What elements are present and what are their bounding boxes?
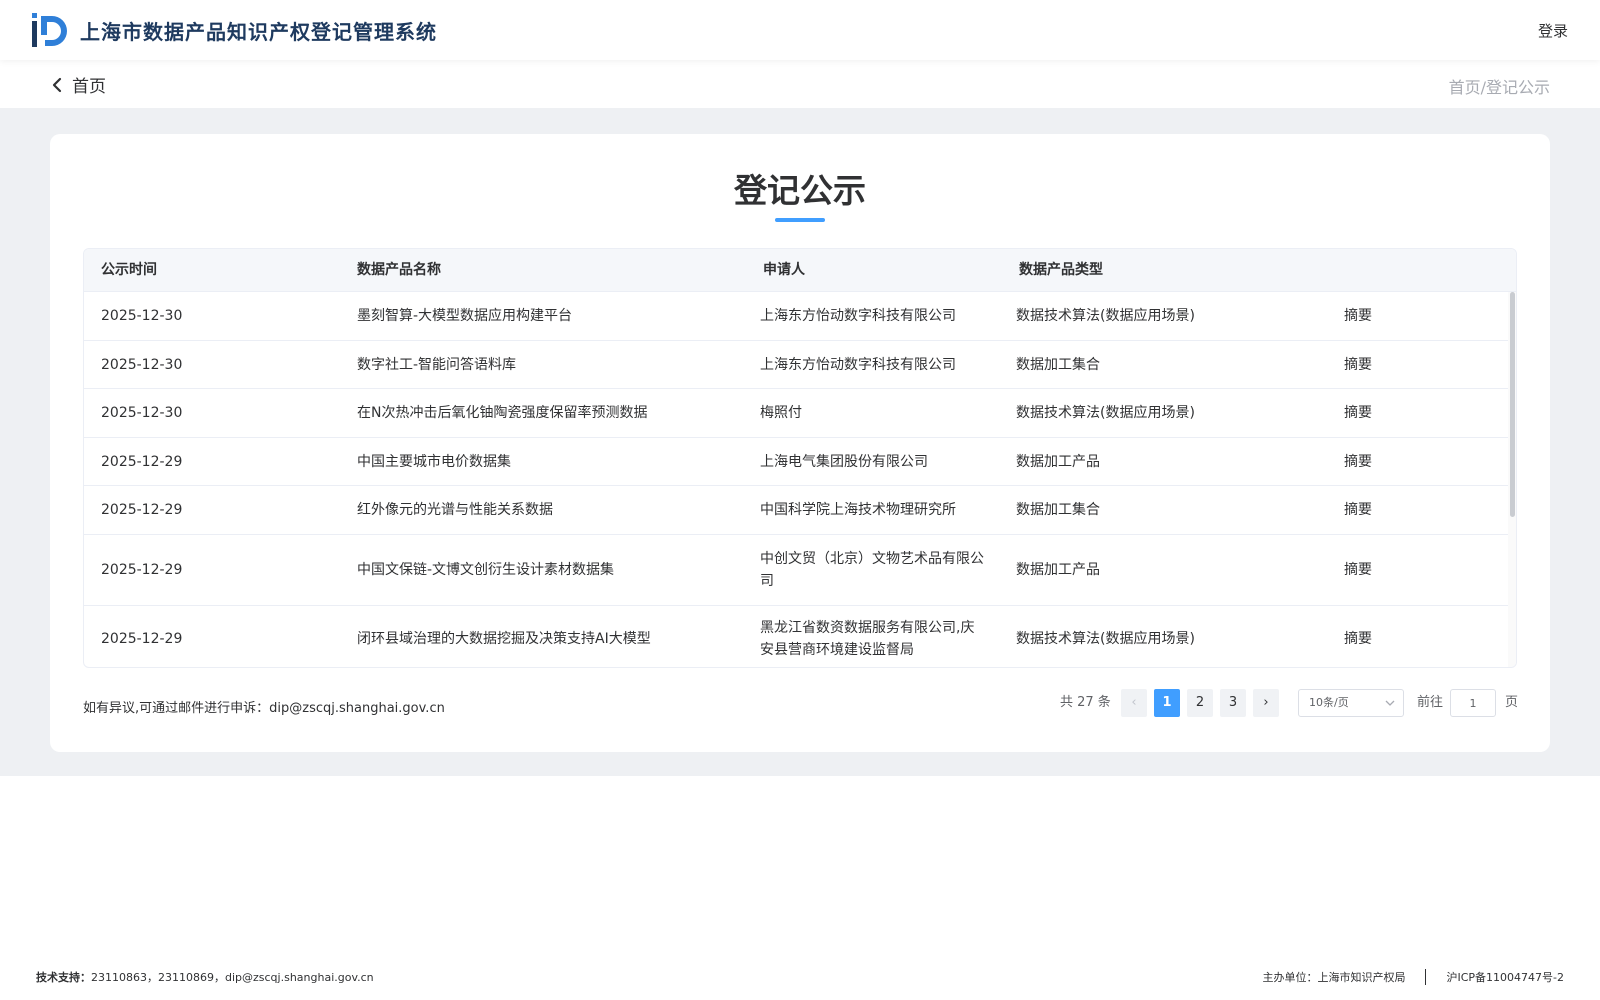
footer-divider [1425, 969, 1427, 985]
cell-product-name: 红外像元的光谱与性能关系数据 [357, 502, 553, 518]
page-size-select[interactable]: 10条/页 [1298, 689, 1404, 717]
cell-product-name: 中国主要城市电价数据集 [357, 453, 511, 470]
cell-product-type: 数据加工产品 [1016, 562, 1100, 578]
tech-support-label: 技术支持： [36, 971, 91, 984]
announcement-card: 登记公示 公示时间 数据产品名称 申请人 数据产品类型 2025-12-30 墨… [50, 134, 1550, 752]
cell-product-type: 数据技术算法(数据应用场景) [1016, 405, 1195, 421]
table-row: 2025-12-29 中国主要城市电价数据集 上海电气集团股份有限公司 数据加工… [84, 438, 1510, 486]
appeal-text: 如有异议,可通过邮件进行申诉： [83, 701, 270, 716]
footer-host-info: 主办单位： 上海市知识产权局 沪ICP备11004747号-2 [1262, 969, 1564, 985]
cell-applicant: 中国科学院上海技术物理研究所 [760, 502, 956, 518]
cell-date: 2025-12-30 [101, 308, 183, 324]
pagination-prev-button[interactable]: ‹ [1121, 689, 1147, 717]
cell-product-name: 闭环县域治理的大数据挖掘及决策支持AI大模型 [357, 631, 651, 647]
announcement-table: 公示时间 数据产品名称 申请人 数据产品类型 2025-12-30 墨刻智算-大… [83, 248, 1517, 668]
site-title: 上海市数据产品知识产权登记管理系统 [80, 20, 437, 44]
pagination-total: 共 27 条 [1060, 695, 1111, 710]
page-title: 登记公示 [734, 171, 866, 210]
summary-link[interactable]: 摘要 [1344, 389, 1434, 437]
summary-link[interactable]: 摘要 [1344, 535, 1434, 605]
back-label: 首页 [72, 77, 106, 97]
breadcrumb: 首页/登记公示 [1448, 78, 1550, 97]
host-label: 主办单位： [1262, 971, 1318, 984]
goto-page-input[interactable] [1450, 689, 1496, 717]
table-row: 2025-12-29 闭环县域治理的大数据挖掘及决策支持AI大模型 黑龙江省数资… [84, 606, 1510, 667]
cell-product-type: 数据技术算法(数据应用场景) [1016, 631, 1195, 647]
table-header: 公示时间 数据产品名称 申请人 数据产品类型 [84, 249, 1516, 292]
table-row: 2025-12-30 数字社工-智能问答语料库 上海东方怡动数字科技有限公司 数… [84, 341, 1510, 389]
table-row: 2025-12-30 在N次热冲击后氧化铀陶瓷强度保留率预测数据 梅照付 数据技… [84, 389, 1510, 438]
pagination-next-button[interactable]: › [1253, 689, 1279, 717]
cell-applicant: 上海东方怡动数字科技有限公司 [760, 308, 956, 324]
column-header-product-type: 数据产品类型 [1019, 262, 1103, 278]
cell-date: 2025-12-30 [101, 405, 183, 421]
cell-product-name: 在N次热冲击后氧化铀陶瓷强度保留率预测数据 [357, 405, 648, 421]
sub-navigation-bar: 首页 首页/登记公示 [0, 60, 1600, 108]
cell-applicant: 上海电气集团股份有限公司 [760, 453, 928, 470]
title-underline [775, 218, 825, 222]
table-body: 2025-12-30 墨刻智算-大模型数据应用构建平台 上海东方怡动数字科技有限… [84, 292, 1516, 667]
cell-product-type: 数据加工集合 [1016, 502, 1100, 518]
column-header-date: 公示时间 [101, 262, 157, 278]
goto-label: 前往 [1417, 695, 1444, 710]
cell-product-name: 墨刻智算-大模型数据应用构建平台 [357, 308, 573, 324]
cell-date: 2025-12-29 [101, 502, 183, 518]
cell-applicant: 中创文贸（北京）文物艺术品有限公司 [760, 551, 984, 589]
cell-product-type: 数据加工产品 [1016, 453, 1100, 470]
table-row: 2025-12-29 中国文保链-文博文创衍生设计素材数据集 中创文贸（北京）文… [84, 535, 1510, 606]
host-name: 上海市知识产权局 [1317, 971, 1406, 984]
summary-link[interactable]: 摘要 [1344, 341, 1434, 388]
icp-number[interactable]: 沪ICP备11004747号-2 [1446, 969, 1564, 985]
pagination-page-2[interactable]: 2 [1187, 689, 1213, 717]
summary-link[interactable]: 摘要 [1344, 486, 1434, 534]
cell-date: 2025-12-30 [101, 356, 183, 373]
appeal-email-link[interactable]: dip@zscqj.shanghai.gov.cn [269, 701, 445, 716]
cell-applicant: 梅照付 [760, 405, 802, 421]
chevron-down-icon [1385, 700, 1395, 706]
column-header-applicant: 申请人 [763, 262, 805, 278]
summary-link[interactable]: 摘要 [1344, 606, 1434, 667]
page-size-value: 10条/页 [1309, 696, 1349, 709]
summary-link[interactable]: 摘要 [1344, 292, 1434, 340]
goto-suffix: 页 [1505, 695, 1519, 710]
summary-link[interactable]: 摘要 [1344, 438, 1434, 485]
back-to-home-button[interactable]: 首页 [50, 72, 106, 97]
cell-date: 2025-12-29 [101, 453, 183, 470]
cell-product-name: 数字社工-智能问答语料库 [357, 356, 517, 373]
cell-applicant: 上海东方怡动数字科技有限公司 [760, 356, 956, 373]
footer-tech-support: 技术支持：23110863，23110869，dip@zscqj.shangha… [36, 969, 374, 985]
cell-product-type: 数据加工集合 [1016, 356, 1100, 373]
login-link[interactable]: 登录 [1538, 20, 1568, 41]
table-row: 2025-12-30 墨刻智算-大模型数据应用构建平台 上海东方怡动数字科技有限… [84, 292, 1510, 341]
tech-support-contacts: 23110863，23110869，dip@zscqj.shanghai.gov… [91, 971, 374, 984]
pagination-page-1[interactable]: 1 [1154, 689, 1180, 717]
column-header-product-name: 数据产品名称 [357, 262, 441, 278]
cell-date: 2025-12-29 [101, 631, 183, 647]
appeal-notice: 如有异议,可通过邮件进行申诉：dip@zscqj.shanghai.gov.cn [83, 697, 445, 716]
cell-product-name: 中国文保链-文博文创衍生设计素材数据集 [357, 562, 615, 578]
dip-logo-icon [32, 13, 67, 47]
pagination-page-3[interactable]: 3 [1220, 689, 1246, 717]
cell-product-type: 数据技术算法(数据应用场景) [1016, 308, 1195, 324]
table-scrollbar[interactable] [1508, 292, 1516, 667]
chevron-left-icon [52, 77, 62, 92]
top-header: 上海市数据产品知识产权登记管理系统 登录 [0, 0, 1600, 60]
cell-date: 2025-12-29 [101, 562, 183, 578]
scrollbar-thumb[interactable] [1510, 292, 1515, 517]
table-row: 2025-12-29 红外像元的光谱与性能关系数据 中国科学院上海技术物理研究所… [84, 486, 1510, 535]
cell-applicant: 黑龙江省数资数据服务有限公司,庆安县营商环境建设监督局 [760, 620, 975, 658]
